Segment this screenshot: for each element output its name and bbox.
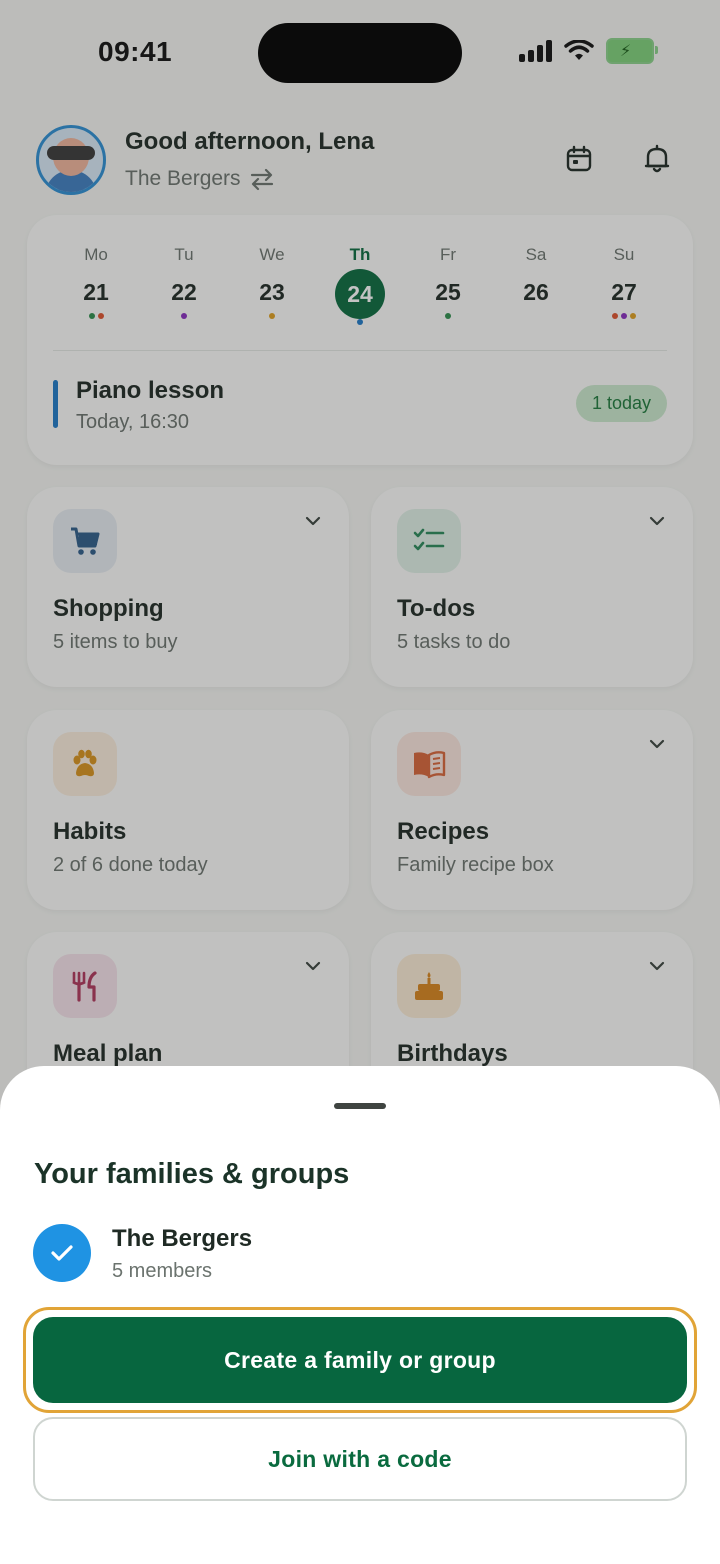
sheet-title: Your families & groups xyxy=(34,1158,350,1190)
join-with-code-button[interactable]: Join with a code xyxy=(33,1417,687,1501)
group-name: The Bergers xyxy=(112,1225,253,1252)
families-bottom-sheet: Your families & groups The Bergers 5 mem… xyxy=(0,1066,720,1564)
group-members-count: 5 members xyxy=(112,1260,213,1282)
create-group-button[interactable]: Create a family or group xyxy=(33,1317,687,1403)
selected-check-icon xyxy=(33,1224,91,1282)
sheet-grabber[interactable] xyxy=(334,1103,386,1109)
